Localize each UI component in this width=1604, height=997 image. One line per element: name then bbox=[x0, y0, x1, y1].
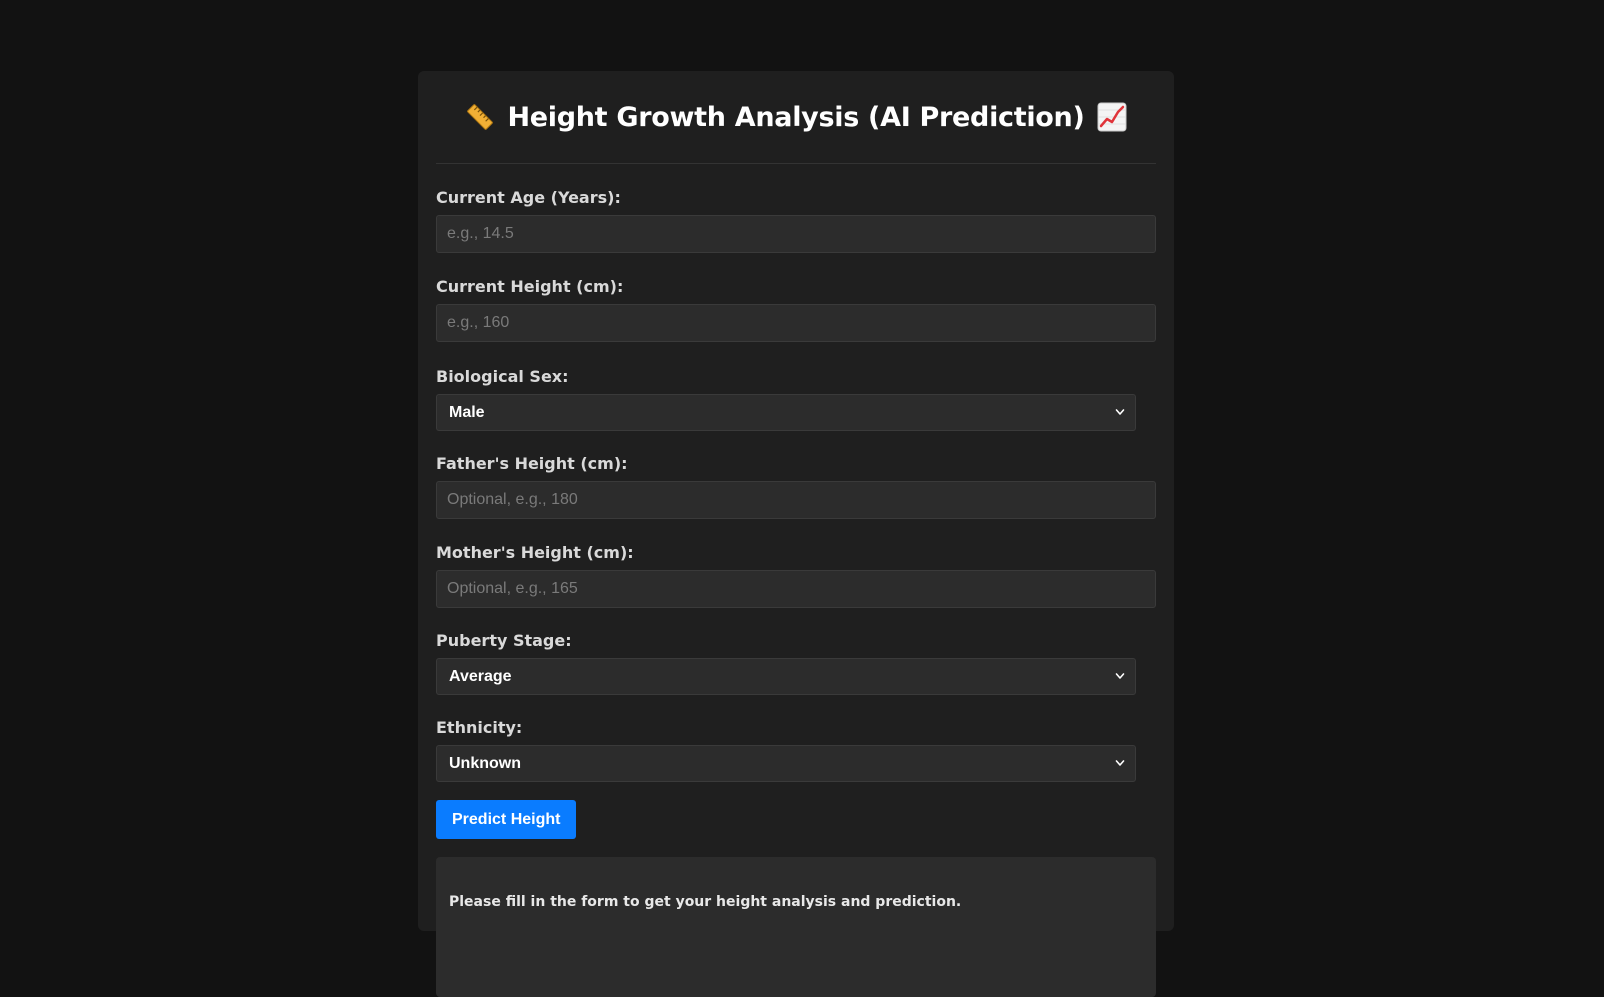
chevron-down-icon bbox=[1115, 673, 1125, 679]
puberty-group: Puberty Stage: Average bbox=[436, 631, 1156, 695]
height-input[interactable] bbox=[436, 304, 1156, 342]
puberty-selected-value: Average bbox=[449, 667, 512, 685]
age-label: Current Age (Years): bbox=[436, 188, 621, 207]
puberty-select[interactable]: Average bbox=[436, 658, 1136, 695]
ethnicity-label: Ethnicity: bbox=[436, 718, 523, 737]
result-message: Please fill in the form to get your heig… bbox=[449, 894, 962, 910]
father-height-label: Father's Height (cm): bbox=[436, 454, 628, 473]
ethnicity-select[interactable]: Unknown bbox=[436, 745, 1136, 782]
mother-height-group: Mother's Height (cm): bbox=[436, 543, 1156, 608]
ethnicity-selected-value: Unknown bbox=[449, 754, 521, 772]
puberty-label: Puberty Stage: bbox=[436, 631, 572, 650]
sex-select[interactable]: Male bbox=[436, 394, 1136, 431]
chevron-down-icon bbox=[1115, 760, 1125, 766]
sex-selected-value: Male bbox=[449, 403, 485, 421]
sex-group: Biological Sex: Male bbox=[436, 367, 1156, 431]
header: Height Growth Analysis (AI Prediction) bbox=[436, 71, 1156, 164]
ethnicity-group: Ethnicity: Unknown bbox=[436, 718, 1156, 782]
ruler-icon bbox=[465, 102, 495, 132]
age-input[interactable] bbox=[436, 215, 1156, 253]
father-height-group: Father's Height (cm): bbox=[436, 454, 1156, 519]
result-panel: Please fill in the form to get your heig… bbox=[436, 857, 1156, 997]
chart-increasing-icon bbox=[1097, 102, 1127, 132]
prediction-card: Height Growth Analysis (AI Prediction) C… bbox=[418, 71, 1174, 997]
chevron-down-icon bbox=[1115, 409, 1125, 415]
sex-label: Biological Sex: bbox=[436, 367, 569, 386]
page-title: Height Growth Analysis (AI Prediction) bbox=[507, 101, 1085, 133]
mother-height-input[interactable] bbox=[436, 570, 1156, 608]
father-height-input[interactable] bbox=[436, 481, 1156, 519]
predict-height-button[interactable]: Predict Height bbox=[436, 800, 577, 839]
height-label: Current Height (cm): bbox=[436, 277, 624, 296]
age-group: Current Age (Years): bbox=[436, 188, 1156, 253]
mother-height-label: Mother's Height (cm): bbox=[436, 543, 634, 562]
height-group: Current Height (cm): bbox=[436, 277, 1156, 342]
